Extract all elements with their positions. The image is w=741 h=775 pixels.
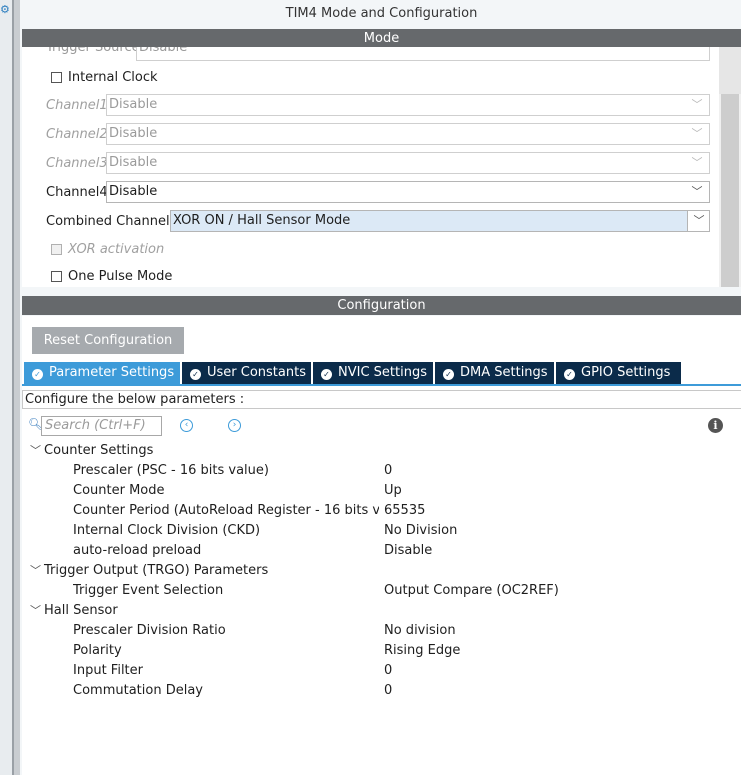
chevron-down-icon: ﹀ <box>693 214 705 227</box>
param-name: Input Filter <box>73 663 143 678</box>
chevron-down-icon: ﹀ <box>691 98 703 111</box>
param-name: Counter Period (AutoReload Register - 16… <box>73 503 379 518</box>
tab-parameter-settings[interactable]: ✓ Parameter Settings <box>24 362 180 384</box>
param-value[interactable]: Disable <box>384 543 432 559</box>
param-value[interactable]: 0 <box>384 663 392 679</box>
param-name: Polarity <box>73 643 122 658</box>
param-name: Commutation Delay <box>73 683 203 698</box>
tab-dma-settings[interactable]: ✓ DMA Settings <box>435 362 554 384</box>
param-value[interactable]: No division <box>384 623 456 639</box>
splitter-edge <box>12 0 14 775</box>
param-name: Prescaler (PSC - 16 bits value) <box>73 463 269 478</box>
one-pulse-mode-checkbox[interactable] <box>51 271 62 282</box>
param-value[interactable]: 0 <box>384 463 392 479</box>
tab-gpio-settings[interactable]: ✓ GPIO Settings <box>556 362 681 384</box>
trigger-source-select[interactable]: Disable <box>136 47 710 61</box>
xor-activation-label: XOR activation <box>68 242 165 257</box>
group-hall-sensor[interactable]: ﹀ Hall Sensor <box>30 603 118 619</box>
left-sidebar: ⚙ <box>0 0 12 775</box>
trigger-source-label: Trigger Source <box>46 47 140 55</box>
channel2-value: Disable <box>109 126 158 141</box>
gear-icon[interactable]: ⚙ <box>0 4 10 16</box>
window-title: TIM4 Mode and Configuration <box>22 0 741 28</box>
chevron-down-icon: ﹀ <box>30 564 41 577</box>
param-name: Counter Mode <box>73 483 165 498</box>
channel3-value: Disable <box>109 155 158 170</box>
channel2-select[interactable]: Disable ﹀ <box>106 123 710 145</box>
mode-panel: Trigger Source Disable Internal Clock Ch… <box>22 47 719 287</box>
chevron-down-icon: ﹀ <box>691 185 703 198</box>
channel4-value: Disable <box>109 184 158 199</box>
tab-user-constants[interactable]: ✓ User Constants <box>182 362 311 384</box>
mode-header: Mode <box>22 29 741 48</box>
mode-scrollbar[interactable] <box>719 47 741 287</box>
check-circle-icon: ✓ <box>321 369 332 380</box>
group-trigger-output[interactable]: ﹀ Trigger Output (TRGO) Parameters <box>30 563 268 579</box>
combined-channels-value: XOR ON / Hall Sensor Mode <box>173 213 351 228</box>
one-pulse-mode-label: One Pulse Mode <box>68 269 173 284</box>
param-value[interactable]: 65535 <box>384 503 425 519</box>
next-match-icon[interactable]: › <box>228 419 241 432</box>
reset-configuration-button[interactable]: Reset Configuration <box>32 327 184 354</box>
internal-clock-label: Internal Clock <box>68 70 158 85</box>
check-circle-icon: ✓ <box>564 369 575 380</box>
trigger-source-value: Disable <box>139 47 188 55</box>
channel4-label: Channel4 <box>46 185 108 200</box>
param-name: Prescaler Division Ratio <box>73 623 226 638</box>
channel3-label: Channel3 <box>46 156 108 171</box>
chevron-down-icon: ﹀ <box>30 444 41 457</box>
check-circle-icon: ✓ <box>32 369 43 380</box>
info-icon[interactable]: i <box>708 418 723 433</box>
param-name: Internal Clock Division (CKD) <box>73 523 261 538</box>
tab-nvic-settings[interactable]: ✓ NVIC Settings <box>313 362 433 384</box>
search-input[interactable]: Search (Ctrl+F) <box>41 416 162 436</box>
channel1-value: Disable <box>109 97 158 112</box>
channel4-select[interactable]: Disable ﹀ <box>106 181 710 203</box>
param-value[interactable]: Up <box>384 483 402 499</box>
previous-match-icon[interactable]: ‹ <box>180 419 193 432</box>
configure-hint: Configure the below parameters : <box>22 390 741 409</box>
channel1-select[interactable]: Disable ﹀ <box>106 94 710 116</box>
channel3-select[interactable]: Disable ﹀ <box>106 152 710 174</box>
scrollbar-thumb[interactable] <box>721 94 739 287</box>
combined-channels-select[interactable]: XOR ON / Hall Sensor Mode ﹀ <box>170 210 710 232</box>
channel2-label: Channel2 <box>46 127 108 142</box>
param-value[interactable]: No Division <box>384 523 457 539</box>
param-value[interactable]: 0 <box>384 683 392 699</box>
param-name: Trigger Event Selection <box>73 583 224 598</box>
tab-underline <box>22 384 741 386</box>
channel1-label: Channel1 <box>46 98 108 113</box>
chevron-down-icon: ﹀ <box>30 604 41 617</box>
check-circle-icon: ✓ <box>190 369 201 380</box>
param-value[interactable]: Output Compare (OC2REF) <box>384 583 559 599</box>
internal-clock-checkbox[interactable] <box>51 72 62 83</box>
xor-activation-checkbox[interactable] <box>51 244 62 255</box>
group-counter-settings[interactable]: ﹀ Counter Settings <box>30 443 153 459</box>
chevron-down-icon: ﹀ <box>691 127 703 140</box>
param-name: auto-reload preload <box>73 543 202 558</box>
check-circle-icon: ✓ <box>443 369 454 380</box>
configuration-header: Configuration <box>22 296 741 315</box>
combined-channels-label: Combined Channels <box>46 214 177 229</box>
param-value[interactable]: Rising Edge <box>384 643 460 659</box>
chevron-down-icon: ﹀ <box>691 156 703 169</box>
